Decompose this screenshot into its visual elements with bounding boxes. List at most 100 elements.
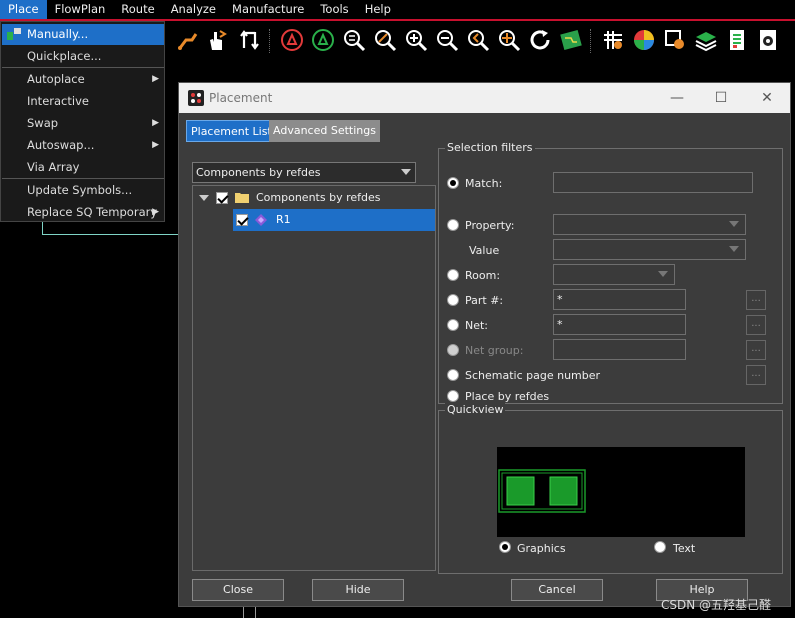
toolbar (166, 23, 795, 59)
tab-advanced-settings[interactable]: Advanced Settings (269, 120, 380, 142)
place-menu-dropdown: Manually... Quickplace... Autoplace ▶ In… (0, 21, 165, 222)
zoom-fit-icon[interactable] (342, 28, 366, 52)
close-icon[interactable]: ✕ (756, 87, 778, 109)
net-field[interactable]: * (553, 314, 686, 335)
part-browse-button[interactable]: ... (746, 290, 766, 310)
tree-root-label: Components by refdes (256, 191, 381, 204)
netgroup-label: Net group: (465, 344, 524, 357)
menu-item-via-array[interactable]: Via Array (2, 157, 164, 178)
menu-item-autoswap[interactable]: Autoswap... ▶ (2, 135, 164, 156)
close-button[interactable]: Close (192, 579, 284, 601)
canvas-trace (42, 222, 43, 234)
color-wheel-icon[interactable] (632, 28, 656, 52)
zoom-area-icon[interactable] (373, 28, 397, 52)
chevron-down-icon (729, 221, 739, 227)
dialog-titlebar[interactable]: Placement — ☐ ✕ (179, 83, 790, 113)
quickview-group: Quickview Graphics Text (438, 403, 783, 574)
property-select[interactable] (553, 214, 746, 235)
menu-item-label: Replace SQ Temporary (27, 205, 158, 219)
tree-row-r1[interactable]: R1 (233, 209, 435, 231)
value-select[interactable] (553, 239, 746, 260)
menu-item-swap[interactable]: Swap ▶ (2, 113, 164, 134)
menu-item-interactive[interactable]: Interactive (2, 91, 164, 112)
redraw-icon[interactable] (528, 28, 552, 52)
tab-placement-list[interactable]: Placement List (186, 120, 277, 142)
minimize-icon[interactable]: — (666, 87, 688, 109)
menu-route[interactable]: Route (113, 0, 162, 19)
part-field[interactable]: * (553, 289, 686, 310)
menu-item-manually[interactable]: Manually... (2, 24, 164, 45)
menu-analyze[interactable]: Analyze (163, 0, 224, 19)
menu-item-quickplace[interactable]: Quickplace... (2, 46, 164, 67)
netgroup-radio (447, 344, 459, 356)
submenu-arrow-icon: ▶ (152, 207, 159, 217)
part-radio[interactable] (447, 294, 459, 306)
zoom-center-icon[interactable] (497, 28, 521, 52)
refdes-radio[interactable] (447, 390, 459, 402)
submenu-arrow-icon: ▶ (152, 74, 159, 84)
component-tree: Components by refdes R1 (192, 185, 436, 571)
menu-bar: Place FlowPlan Route Analyze Manufacture… (0, 0, 795, 21)
net-browse-button[interactable]: ... (746, 315, 766, 335)
graphics-radio[interactable] (499, 541, 511, 553)
match-field[interactable] (553, 172, 753, 193)
drc-icon[interactable] (280, 28, 304, 52)
maximize-icon[interactable]: ☐ (710, 87, 732, 109)
menu-item-label: Via Array (27, 160, 80, 174)
folder-icon (235, 193, 249, 203)
property-radio[interactable] (447, 219, 459, 231)
hand-pointer-icon[interactable] (204, 28, 228, 52)
watermark: CSDN @五羟基己醛 (661, 598, 772, 612)
net-label: Net: (465, 319, 489, 332)
menu-item-label: Autoswap... (27, 138, 95, 152)
refdes-label: Place by refdes (465, 390, 550, 403)
shadow-icon[interactable] (663, 28, 687, 52)
expand-arrow-icon[interactable] (199, 195, 209, 201)
match-radio[interactable] (447, 177, 459, 189)
zoom-previous-icon[interactable] (466, 28, 490, 52)
menu-item-label: Manually... (27, 27, 89, 41)
drc-update-icon[interactable] (311, 28, 335, 52)
cancel-button[interactable]: Cancel (511, 579, 603, 601)
zoom-out-icon[interactable] (435, 28, 459, 52)
settings-icon[interactable] (756, 28, 780, 52)
selection-filters-title: Selection filters (445, 141, 535, 154)
net-radio[interactable] (447, 319, 459, 331)
schematic-radio[interactable] (447, 369, 459, 381)
text-radio[interactable] (654, 541, 666, 553)
interactive-route-icon[interactable] (176, 28, 200, 52)
menu-place[interactable]: Place (0, 0, 47, 19)
part-label: Part #: (465, 294, 504, 307)
menu-flowplan[interactable]: FlowPlan (47, 0, 114, 19)
text-label: Text (673, 542, 696, 555)
submenu-arrow-icon: ▶ (152, 140, 159, 150)
menu-item-update-symbols[interactable]: Update Symbols... (2, 180, 164, 201)
layers-icon[interactable] (694, 28, 718, 52)
hide-button[interactable]: Hide (312, 579, 404, 601)
room-select[interactable] (553, 264, 675, 285)
footprint-preview (497, 447, 745, 537)
list-filter-select[interactable]: Components by refdes (192, 162, 416, 183)
menu-item-replace-sq-temporary[interactable]: Replace SQ Temporary ▶ (2, 202, 164, 223)
list-filter-value: Components by refdes (196, 166, 321, 179)
chevron-down-icon (729, 246, 739, 252)
root-checkbox[interactable] (216, 192, 228, 204)
menu-separator (2, 67, 164, 68)
zoom-in-icon[interactable] (404, 28, 428, 52)
report-icon[interactable] (725, 28, 749, 52)
menu-help[interactable]: Help (357, 0, 399, 19)
toolbar-separator (269, 29, 270, 53)
r1-checkbox[interactable] (236, 214, 248, 226)
rotate-icon[interactable] (238, 28, 262, 52)
menu-tools[interactable]: Tools (312, 0, 356, 19)
grid-icon[interactable] (601, 28, 625, 52)
menu-manufacture[interactable]: Manufacture (224, 0, 312, 19)
schematic-browse-button[interactable]: ... (746, 365, 766, 385)
submenu-arrow-icon: ▶ (152, 118, 159, 128)
toolbar-separator (590, 29, 591, 53)
menu-item-autoplace[interactable]: Autoplace ▶ (2, 69, 164, 90)
room-radio[interactable] (447, 269, 459, 281)
pcb-icon[interactable] (559, 28, 583, 52)
dialog-title: Placement (209, 91, 273, 105)
tree-row-root[interactable]: Components by refdes (193, 187, 435, 209)
